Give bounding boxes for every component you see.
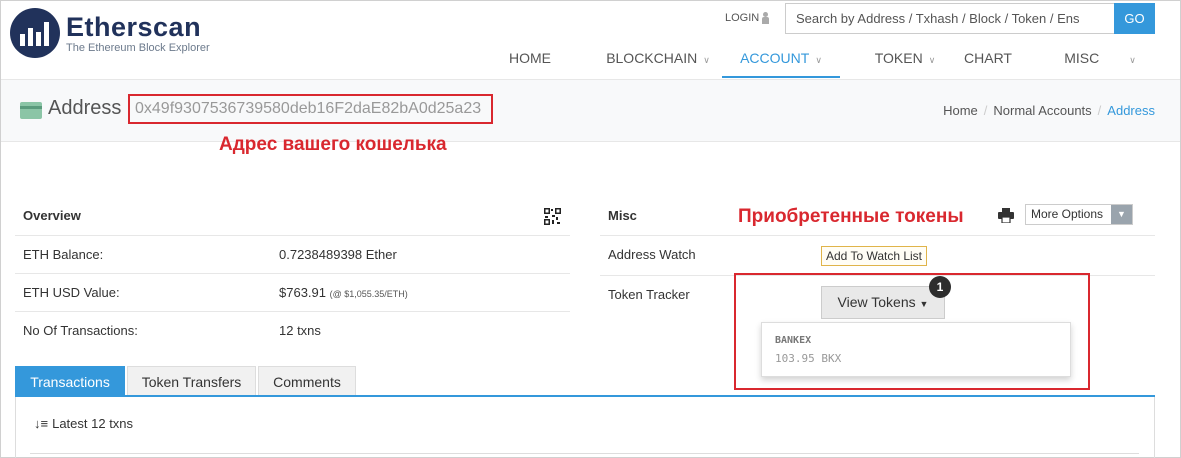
logo-chart-icon [10,8,60,58]
eth-price-note: (@ $1,055.35/ETH) [329,289,408,299]
logo-subtitle: The Ethereum Block Explorer [66,41,210,54]
tab-token-transfers[interactable]: Token Transfers [127,366,256,396]
user-icon [762,12,770,24]
tx-count-label: No Of Transactions: [23,323,138,338]
breadcrumb-address: Address [1107,103,1155,118]
latest-txns-label: Latest 12 txns [52,416,134,431]
chevron-down-icon: ∨ [1129,55,1136,65]
address-header: Address 0x49f9307536739580deb16F2daE82bA… [1,79,1180,142]
breadcrumb: Home / Normal Accounts / Address [943,103,1155,118]
annotation-wallet-address: Адрес вашего кошелька [219,134,447,155]
print-icon[interactable] [998,208,1014,223]
eth-balance-label: ETH Balance: [23,247,104,262]
nav-token[interactable]: TOKEN ∨ [855,38,955,78]
tab-panel [15,397,1155,458]
nav-misc[interactable]: MISC ∨ [1050,38,1150,78]
chevron-down-icon: ∨ [815,55,822,65]
chevron-down-icon: ∨ [928,55,936,65]
nav-account[interactable]: ACCOUNT ∨ [722,38,840,78]
annotation-tokens: Приобретенные токены [738,206,964,227]
wallet-address[interactable]: 0x49f9307536739580deb16F2daE82bA0d25a23 [135,100,481,118]
qr-code-icon[interactable] [544,208,561,225]
eth-usd-label: ETH USD Value: [23,285,120,300]
view-tokens-button[interactable]: View Tokens ▼ [821,286,945,319]
breadcrumb-normal-accounts[interactable]: Normal Accounts [993,103,1091,118]
etherscan-logo[interactable]: Etherscan The Ethereum Block Explorer [10,8,210,58]
chevron-down-icon: ∨ [703,55,710,65]
nav-home[interactable]: HOME [485,38,575,78]
latest-txns: ↓≡ Latest 12 txns [34,416,133,431]
add-to-watch-list-button[interactable]: Add To Watch List [821,246,927,266]
login-link[interactable]: LOGIN [725,12,770,24]
overview-title: Overview [23,208,81,223]
step-badge: 1 [929,276,951,298]
token-dropdown: BANKEX 103.95 BKX [761,322,1071,377]
panel-divider [30,453,1139,454]
misc-title: Misc [608,208,637,223]
token-tracker-label: Token Tracker [608,287,690,302]
address-watch-label: Address Watch [608,247,696,262]
caret-down-icon: ▼ [919,299,929,309]
sort-icon: ↓≡ [34,416,49,431]
search-input[interactable] [785,3,1115,34]
tab-transactions[interactable]: Transactions [15,366,125,396]
eth-balance-value: 0.7238489398 Ether [279,247,397,262]
breadcrumb-home[interactable]: Home [943,103,978,118]
nav-chart[interactable]: CHART [955,38,1021,78]
search-go-button[interactable]: GO [1114,3,1155,34]
logo-name: Etherscan [66,11,202,42]
tx-count-value: 12 txns [279,323,321,338]
tab-comments[interactable]: Comments [258,366,356,396]
nav-blockchain[interactable]: BLOCKCHAIN ∨ [593,38,723,78]
token-amount: 103.95 BKX [775,352,842,365]
page-title: Address [48,97,122,119]
eth-usd-value: $763.91 (@ $1,055.35/ETH) [279,285,408,300]
login-label: LOGIN [725,12,760,24]
token-name[interactable]: BANKEX [775,335,811,346]
chevron-down-icon: ▼ [1111,205,1132,224]
more-options-button[interactable]: More Options ▼ [1025,204,1133,225]
wallet-icon [20,102,42,119]
